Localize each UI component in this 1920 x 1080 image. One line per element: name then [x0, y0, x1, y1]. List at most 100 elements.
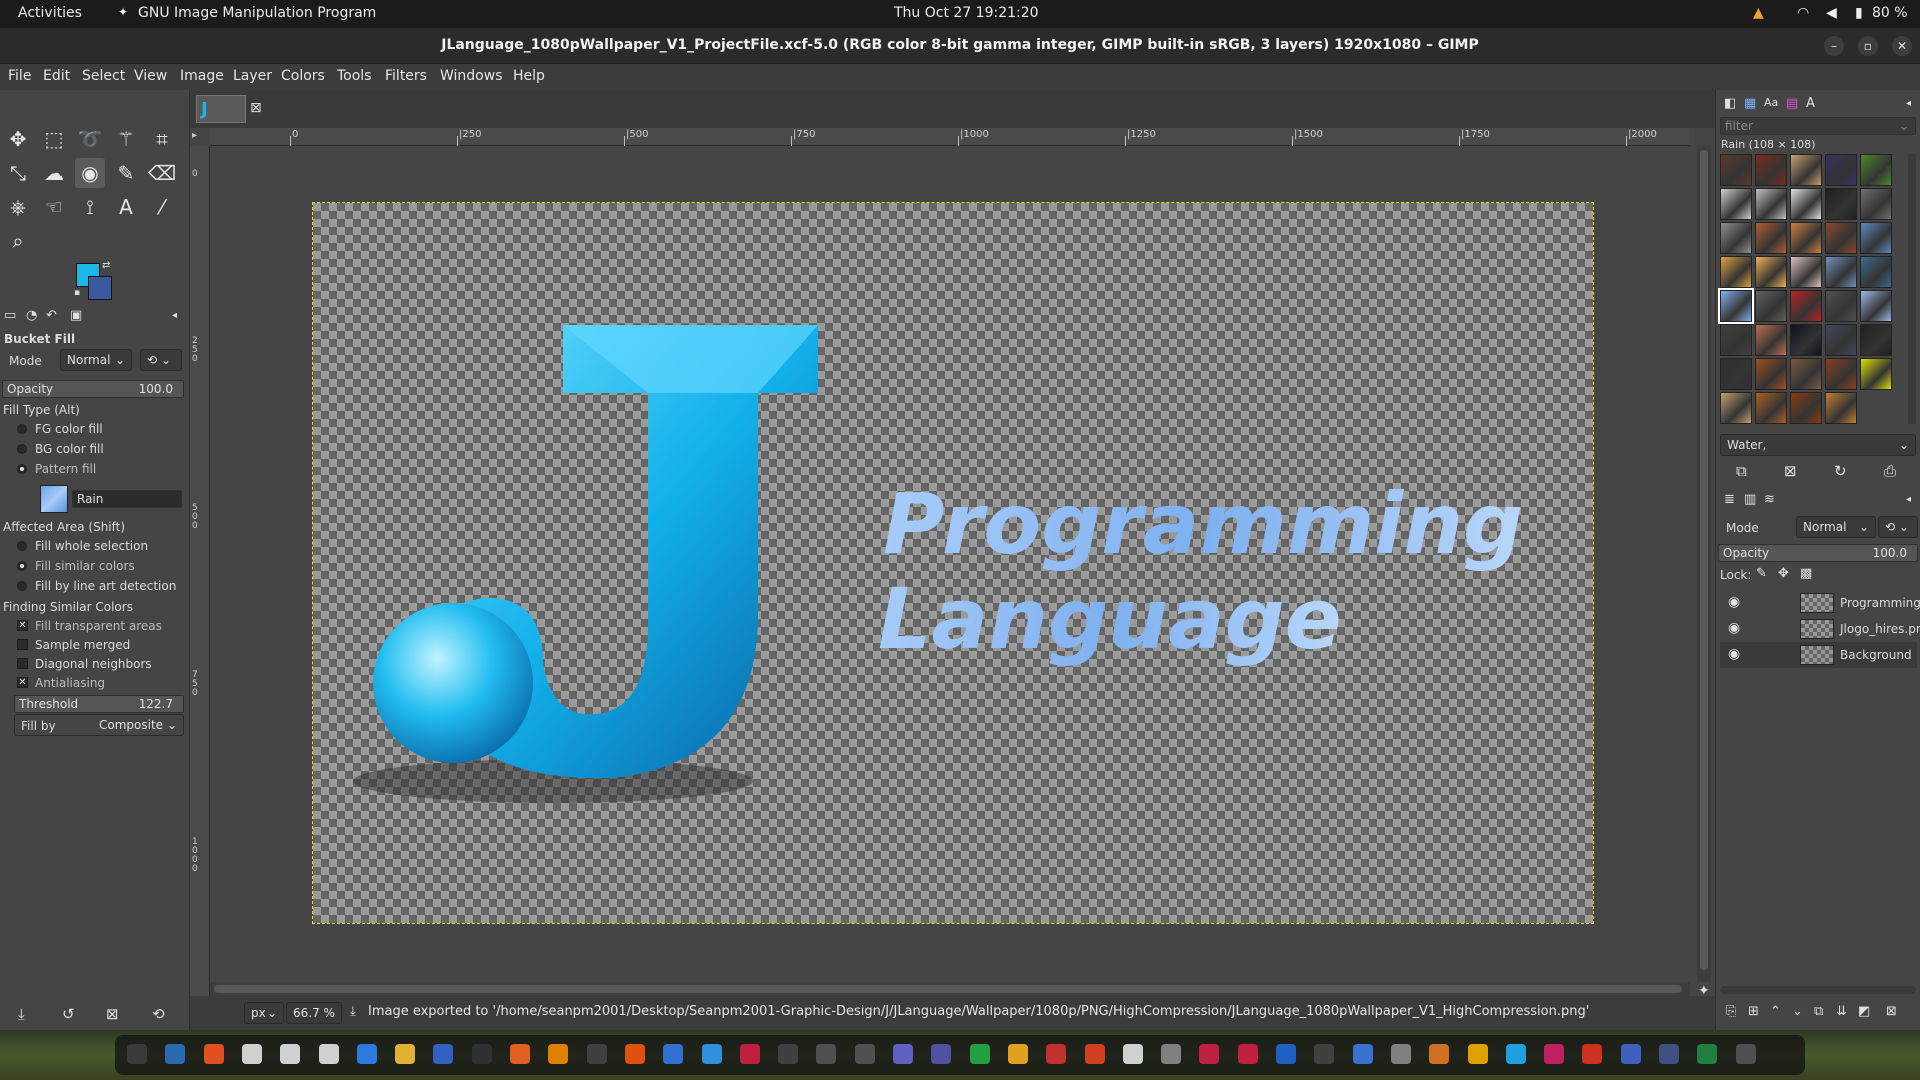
- volume-icon[interactable]: ◀: [1826, 5, 1837, 21]
- pattern-swatch[interactable]: [1755, 358, 1787, 390]
- pattern-swatch[interactable]: [1790, 222, 1822, 254]
- images-tab-icon[interactable]: ▣: [70, 308, 82, 323]
- pattern-swatch[interactable]: [1720, 222, 1752, 254]
- device-status-tab-icon[interactable]: ◔: [26, 308, 37, 323]
- diagonal-neighbors-check[interactable]: [17, 658, 28, 669]
- taskbar-app-icon[interactable]: [510, 1044, 530, 1064]
- configure-tab-icon[interactable]: ◂: [1906, 494, 1911, 505]
- pattern-swatch[interactable]: [1720, 188, 1752, 220]
- antialiasing-check[interactable]: ✕: [17, 677, 28, 688]
- menu-colors[interactable]: Colors: [281, 68, 325, 84]
- menu-windows[interactable]: Windows: [440, 68, 503, 84]
- opacity-field[interactable]: Opacity 100.0: [2, 380, 184, 398]
- mode-select[interactable]: Normal ⌄: [60, 349, 132, 371]
- taskbar-app-icon[interactable]: [1582, 1044, 1603, 1064]
- pattern-swatch[interactable]: [1790, 256, 1822, 288]
- activities-button[interactable]: Activities: [18, 5, 82, 21]
- menu-edit[interactable]: Edit: [43, 68, 70, 84]
- paths-icon[interactable]: ⟟: [75, 192, 105, 222]
- pattern-swatch[interactable]: [1755, 324, 1787, 356]
- bucket-fill-icon[interactable]: ◉: [75, 158, 105, 188]
- undo-history-tab-icon[interactable]: ↶: [46, 308, 57, 323]
- taskbar-app-icon[interactable]: [1467, 1044, 1488, 1064]
- pattern-swatch[interactable]: [1790, 358, 1822, 390]
- taskbar-app-icon[interactable]: [931, 1044, 952, 1064]
- pattern-swatch[interactable]: [1860, 154, 1892, 186]
- text-tool-tab-icon[interactable]: A: [1806, 96, 1815, 111]
- taskbar-app-icon[interactable]: [1429, 1044, 1450, 1064]
- minimize-icon[interactable]: –: [1824, 36, 1844, 56]
- new-layer-icon[interactable]: ⎘: [1726, 1004, 1736, 1019]
- taskbar-app-icon[interactable]: [1161, 1044, 1182, 1064]
- sample-merged-check[interactable]: [17, 639, 28, 650]
- pattern-swatch[interactable]: [1755, 154, 1787, 186]
- taskbar-app-icon[interactable]: [203, 1044, 224, 1064]
- pattern-filter-input[interactable]: filter ⌄: [1720, 117, 1916, 135]
- pattern-swatch[interactable]: [1825, 154, 1857, 186]
- pattern-swatch[interactable]: [1860, 290, 1892, 322]
- fonts-tab-icon[interactable]: Aa: [1764, 96, 1778, 109]
- taskbar-app-icon[interactable]: [739, 1044, 760, 1064]
- pattern-swatch[interactable]: [1755, 290, 1787, 322]
- taskbar-app-icon[interactable]: [548, 1044, 569, 1064]
- fill-transparent-check[interactable]: ✕: [17, 620, 28, 631]
- h-scroll-thumb[interactable]: [214, 985, 1682, 993]
- taskbar-app-icon[interactable]: [1620, 1044, 1641, 1064]
- bg-fill-radio[interactable]: [17, 444, 27, 454]
- pattern-swatch[interactable]: [1860, 324, 1892, 356]
- rect-select-icon[interactable]: ⬚: [39, 124, 69, 154]
- taskbar-app-icon[interactable]: [1046, 1044, 1067, 1064]
- bg-fill-label[interactable]: BG color fill: [35, 442, 104, 456]
- taskbar-app-icon[interactable]: [127, 1044, 147, 1064]
- move-tool-icon[interactable]: ✥: [3, 124, 33, 154]
- unified-transform-icon[interactable]: ⤡: [3, 158, 33, 188]
- menu-tools[interactable]: Tools: [337, 68, 372, 84]
- menu-help[interactable]: Help: [513, 68, 545, 84]
- delete-pattern-icon[interactable]: ⊠: [1784, 462, 1797, 480]
- pattern-swatch[interactable]: [1718, 288, 1754, 324]
- taskbar-app-icon[interactable]: [1122, 1044, 1143, 1064]
- configure-tab-icon[interactable]: ◂: [1906, 98, 1911, 109]
- layer-opacity-field[interactable]: Opacity 100.0: [1718, 544, 1918, 562]
- restore-options-icon[interactable]: ↺: [62, 1005, 75, 1023]
- lock-alpha-icon[interactable]: ▩: [1800, 566, 1812, 581]
- pattern-scrollbar[interactable]: [1908, 154, 1916, 424]
- taskbar-app-icon[interactable]: [1084, 1044, 1105, 1064]
- zoom-icon[interactable]: ⌕: [3, 226, 33, 256]
- fill-similar-label[interactable]: Fill similar colors: [35, 559, 135, 573]
- lock-position-icon[interactable]: ✥: [1778, 566, 1789, 581]
- taskbar-app-icon[interactable]: [1314, 1044, 1335, 1064]
- raise-layer-icon[interactable]: ⌃: [1770, 1004, 1781, 1019]
- save-options-icon[interactable]: ⤓: [18, 1005, 25, 1023]
- image-tab[interactable]: J: [196, 95, 246, 123]
- fg-fill-radio[interactable]: [17, 424, 27, 434]
- vertical-scrollbar[interactable]: [1697, 146, 1711, 982]
- lower-layer-icon[interactable]: ⌄: [1792, 1004, 1803, 1019]
- close-icon[interactable]: ✕: [1892, 36, 1912, 56]
- maximize-icon[interactable]: ▫: [1858, 36, 1878, 56]
- pattern-swatch[interactable]: [1825, 358, 1857, 390]
- pattern-swatch[interactable]: [1825, 222, 1857, 254]
- eraser-icon[interactable]: ⌫: [147, 158, 177, 188]
- duplicate-pattern-icon[interactable]: ⧉: [1736, 462, 1747, 480]
- crop-icon[interactable]: ⌗: [147, 124, 177, 154]
- text-tool-icon[interactable]: A: [111, 192, 141, 222]
- new-layer-group-icon[interactable]: ⊞: [1748, 1004, 1759, 1019]
- pattern-swatch[interactable]: [1720, 358, 1752, 390]
- pattern-swatch[interactable]: [1825, 256, 1857, 288]
- update-icon[interactable]: ▲: [1753, 5, 1764, 21]
- fill-line-art-radio[interactable]: [17, 581, 27, 591]
- battery-percent[interactable]: 80 %: [1872, 5, 1908, 21]
- pattern-swatch[interactable]: [1860, 222, 1892, 254]
- sample-merged-label[interactable]: Sample merged: [35, 638, 130, 652]
- menu-image[interactable]: Image: [180, 68, 224, 84]
- delete-options-icon[interactable]: ⊠: [106, 1005, 119, 1023]
- taskbar-app-icon[interactable]: [165, 1044, 186, 1064]
- taskbar-app-icon[interactable]: [816, 1044, 837, 1064]
- lock-pixels-icon[interactable]: ✎: [1756, 566, 1767, 581]
- taskbar-app-icon[interactable]: [471, 1044, 492, 1064]
- pattern-swatch[interactable]: [1825, 188, 1857, 220]
- taskbar-app-icon[interactable]: [356, 1044, 377, 1064]
- tool-options-tab-icon[interactable]: ▭: [4, 308, 16, 323]
- pattern-swatch[interactable]: [1790, 154, 1822, 186]
